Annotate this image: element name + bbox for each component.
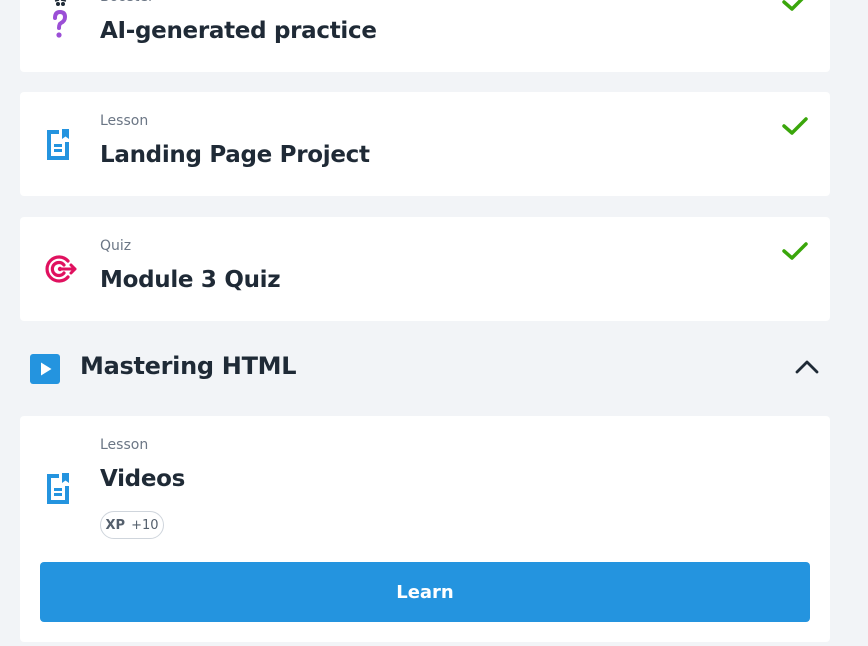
section-title: Mastering HTML	[80, 352, 297, 380]
target-icon	[44, 253, 78, 289]
card-kind: Lesson	[100, 113, 149, 129]
booster-card[interactable]: Booster AI-generated practice	[20, 0, 830, 72]
card-title: Videos	[100, 466, 186, 492]
xp-badge: XP +10	[100, 511, 164, 539]
xp-label: XP	[105, 517, 126, 533]
card-kind: Booster	[100, 0, 154, 5]
lesson-card[interactable]: Lesson Landing Page Project	[20, 92, 830, 196]
document-icon	[44, 472, 72, 510]
chevron-up-icon[interactable]	[794, 358, 820, 380]
check-icon	[782, 0, 808, 16]
card-title: AI-generated practice	[100, 18, 377, 44]
play-icon	[30, 354, 60, 388]
card-title: Landing Page Project	[100, 142, 370, 168]
check-icon	[782, 241, 808, 265]
xp-value: +10	[131, 517, 159, 533]
quiz-card[interactable]: Quiz Module 3 Quiz	[20, 217, 830, 321]
card-kind: Quiz	[100, 238, 132, 254]
question-icon	[44, 0, 76, 44]
document-icon	[44, 128, 72, 166]
module-section-header[interactable]: Mastering HTML	[0, 340, 868, 396]
active-lesson-card: Lesson Videos XP +10 Learn	[20, 416, 830, 642]
card-title: Module 3 Quiz	[100, 267, 281, 293]
card-kind: Lesson	[100, 437, 149, 453]
learn-button[interactable]: Learn	[40, 562, 810, 622]
check-icon	[782, 116, 808, 140]
